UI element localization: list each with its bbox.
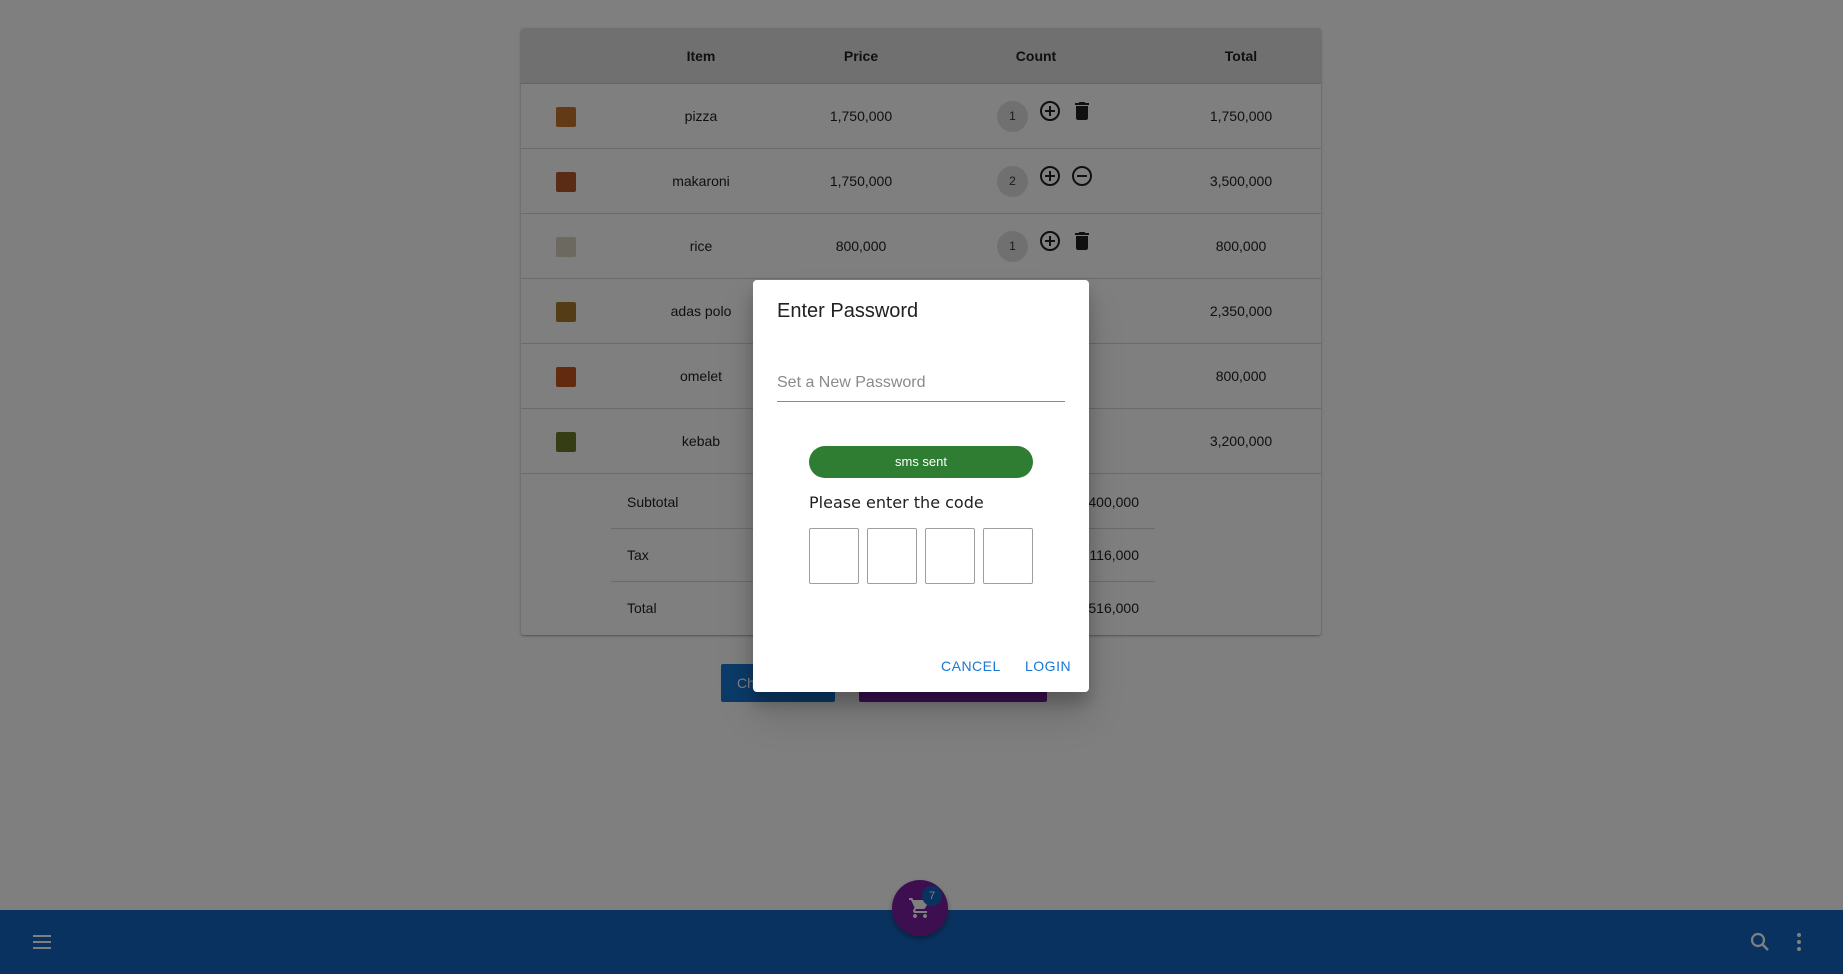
code-prompt: Please enter the code [809, 493, 984, 512]
dialog-title: Enter Password [777, 300, 919, 322]
login-button[interactable]: LOGIN [1025, 650, 1071, 682]
new-password-input[interactable] [777, 368, 1065, 398]
code-digit-1[interactable] [809, 528, 859, 584]
password-dialog: Enter Password sms sent Please enter the… [753, 280, 1089, 692]
sms-status-badge: sms sent [809, 446, 1033, 478]
code-digit-3[interactable] [925, 528, 975, 584]
code-digit-2[interactable] [867, 528, 917, 584]
cancel-button[interactable]: CANCEL [941, 650, 1001, 682]
new-password-field [777, 368, 1065, 402]
code-digit-4[interactable] [983, 528, 1033, 584]
